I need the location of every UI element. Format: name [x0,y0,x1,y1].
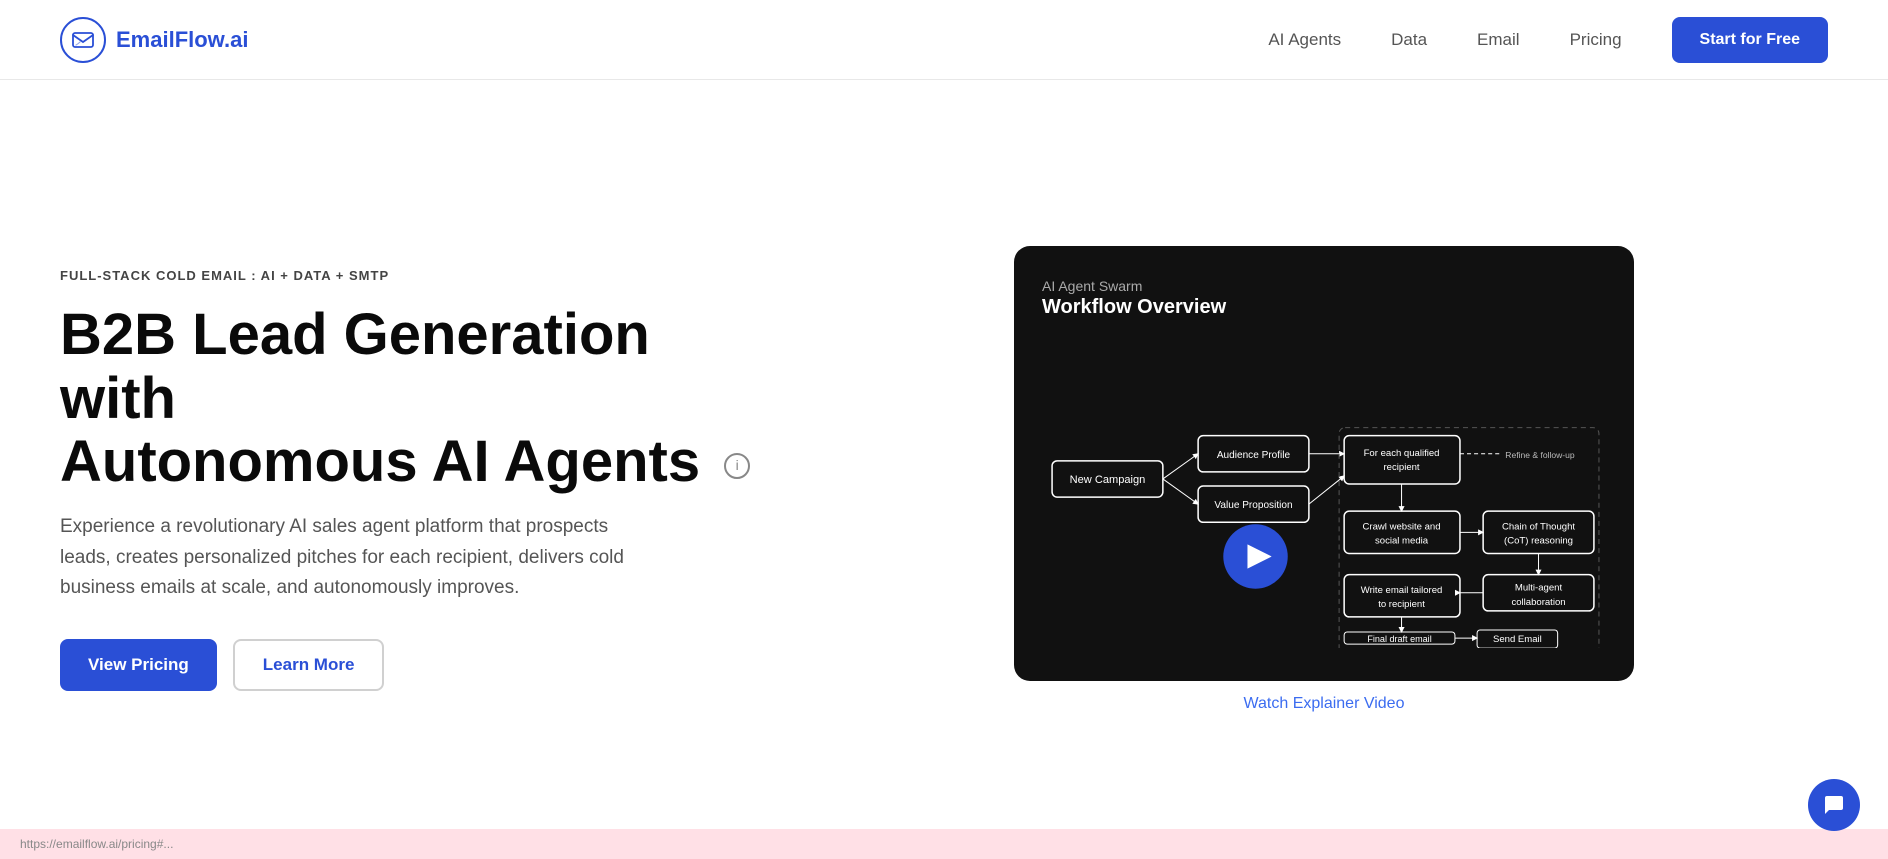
svg-text:Send Email: Send Email [1493,635,1542,646]
nav-link-email[interactable]: Email [1477,30,1520,50]
svg-text:Refine & follow-up: Refine & follow-up [1505,450,1575,460]
svg-text:to recipient: to recipient [1378,599,1425,610]
svg-text:collaboration: collaboration [1511,597,1565,608]
hero-title-line1: B2B Lead Generation with [60,302,650,431]
hero-buttons: View Pricing Learn More [60,639,760,691]
diagram-title: Workflow Overview [1042,296,1606,319]
svg-text:Write email tailored: Write email tailored [1361,585,1443,596]
logo[interactable]: EmailFlow.ai [60,17,248,63]
svg-text:Crawl website and: Crawl website and [1363,522,1441,533]
start-for-free-button[interactable]: Start for Free [1672,17,1828,63]
svg-text:recipient: recipient [1384,462,1420,473]
svg-text:social media: social media [1375,536,1429,547]
nav-link-ai-agents[interactable]: AI Agents [1268,30,1341,50]
bottom-bar-text: https://emailflow.ai/pricing#... [20,837,173,851]
info-icon[interactable]: i [724,453,750,479]
diagram-label: AI Agent Swarm [1042,278,1606,294]
learn-more-button[interactable]: Learn More [233,639,385,691]
svg-text:Audience Profile: Audience Profile [1217,450,1291,461]
hero-left: FULL-STACK COLD EMAIL : AI + DATA + SMTP… [60,268,760,692]
navbar: EmailFlow.ai AI Agents Data Email Pricin… [0,0,1888,80]
hero-title: B2B Lead Generation with Autonomous AI A… [60,303,760,494]
hero-description: Experience a revolutionary AI sales agen… [60,512,640,603]
svg-text:(CoT) reasoning: (CoT) reasoning [1504,536,1573,547]
nav-link-pricing[interactable]: Pricing [1570,30,1622,50]
flow-diagram: New Campaign Audience Profile Value Prop… [1042,329,1606,652]
logo-text: EmailFlow.ai [116,27,248,53]
chat-bubble[interactable] [1808,779,1860,831]
hero-eyebrow: FULL-STACK COLD EMAIL : AI + DATA + SMTP [60,268,760,283]
nav-links: AI Agents Data Email Pricing Start for F… [1268,17,1828,63]
svg-text:Value Proposition: Value Proposition [1214,501,1292,512]
svg-text:Chain of Thought: Chain of Thought [1502,522,1575,533]
svg-text:Multi-agent: Multi-agent [1515,583,1563,594]
view-pricing-button[interactable]: View Pricing [60,639,217,691]
diagram-container: AI Agent Swarm Workflow Overview New Cam… [1014,246,1634,680]
logo-icon [60,17,106,63]
hero-right: AI Agent Swarm Workflow Overview New Cam… [820,246,1828,712]
nav-link-data[interactable]: Data [1391,30,1427,50]
hero-title-line2: Autonomous AI Agents [60,429,700,494]
svg-text:Final draft email: Final draft email [1367,635,1431,645]
bottom-bar: https://emailflow.ai/pricing#... [0,829,1888,859]
svg-text:New Campaign: New Campaign [1070,474,1146,486]
hero-section: FULL-STACK COLD EMAIL : AI + DATA + SMTP… [0,80,1888,859]
watch-explainer-link[interactable]: Watch Explainer Video [1244,695,1405,713]
svg-text:For each qualified: For each qualified [1364,448,1440,459]
